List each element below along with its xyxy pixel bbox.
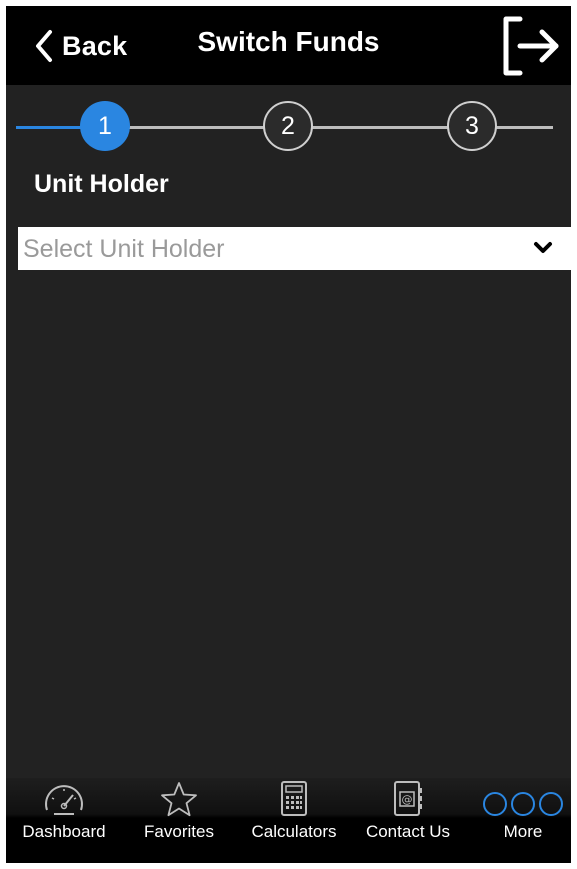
tab-label: Favorites [144, 822, 214, 841]
tab-bar: Dashboard Favorites Calculators @ Contac… [6, 778, 571, 863]
calculator-icon [279, 778, 309, 818]
step-connector-line [312, 126, 448, 129]
step-progress-line [16, 126, 86, 129]
unit-holder-select[interactable]: Select Unit Holder [18, 227, 571, 270]
tab-dashboard[interactable]: Dashboard [12, 778, 116, 844]
app-screen: Back Switch Funds 1 2 3 Unit Holder Sele… [6, 6, 571, 863]
step-number: 1 [98, 111, 112, 140]
tab-calculators[interactable]: Calculators [242, 778, 346, 844]
svg-text:@: @ [402, 793, 413, 806]
logout-button[interactable] [498, 13, 564, 79]
step-number: 2 [281, 111, 295, 140]
step-1[interactable]: 1 [80, 101, 130, 151]
tab-label: Dashboard [22, 822, 106, 841]
navigation-bar: Back Switch Funds [6, 6, 571, 85]
chevron-left-icon [36, 30, 52, 62]
more-icon [481, 778, 565, 818]
step-3[interactable]: 3 [447, 101, 497, 151]
contact-book-icon: @ [392, 778, 424, 818]
tab-label: Contact Us [365, 822, 451, 841]
tab-favorites[interactable]: Favorites [130, 778, 228, 844]
back-label: Back [62, 30, 128, 61]
chevron-down-icon [534, 242, 552, 253]
tab-label: Calculators [251, 822, 337, 841]
star-icon [159, 778, 199, 818]
back-button[interactable]: Back [34, 26, 127, 66]
step-connector-line [496, 126, 553, 129]
logout-icon [503, 16, 559, 76]
tab-contact-us[interactable]: @ Contact Us [356, 778, 460, 844]
step-2[interactable]: 2 [263, 101, 313, 151]
tab-label: More [503, 822, 543, 841]
tab-more[interactable]: More [478, 778, 568, 844]
step-connector-line [126, 126, 266, 129]
speedometer-icon [42, 778, 86, 818]
unit-holder-placeholder: Select Unit Holder [23, 235, 225, 263]
step-indicator: 1 2 3 [6, 96, 571, 156]
unit-holder-label: Unit Holder [34, 170, 169, 198]
step-number: 3 [465, 111, 479, 140]
